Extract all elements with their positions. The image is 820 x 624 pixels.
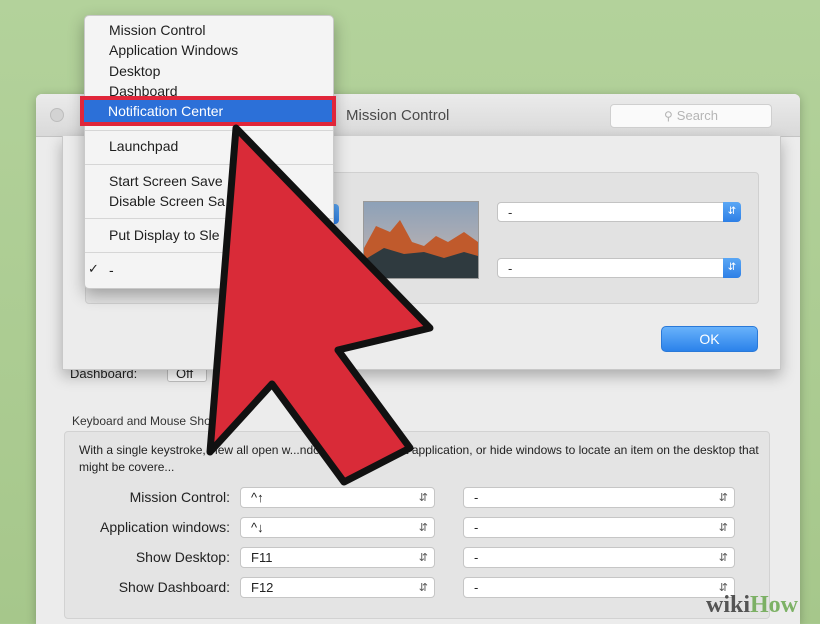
watermark-wiki: wiki	[706, 592, 751, 618]
watermark-how: How	[750, 592, 799, 618]
arrow-pointer-icon	[206, 124, 434, 486]
wikihow-watermark: wikiHow	[706, 592, 798, 619]
